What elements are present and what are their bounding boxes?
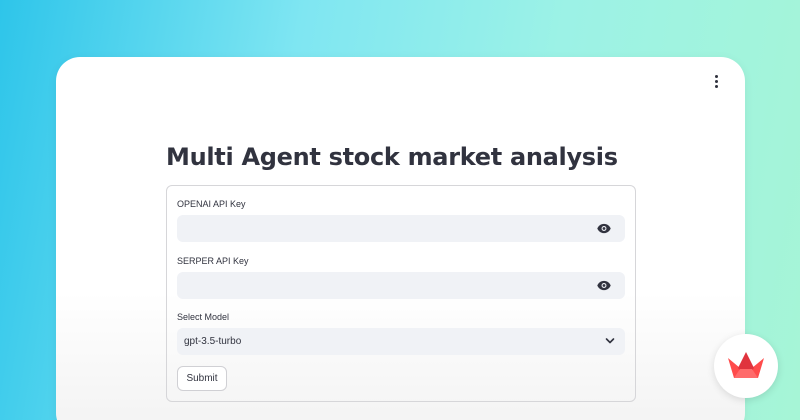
chevron-down-icon — [605, 338, 615, 344]
eye-icon[interactable] — [597, 223, 611, 234]
serper-key-field — [177, 272, 625, 299]
model-select-value: gpt-3.5-turbo — [184, 336, 242, 347]
model-select-label: Select Model — [177, 312, 230, 322]
main-menu-button[interactable] — [710, 73, 722, 89]
serper-key-input[interactable] — [177, 272, 593, 299]
page-title: Multi Agent stock market analysis — [166, 143, 618, 171]
menu-dot — [714, 74, 718, 78]
model-select[interactable]: gpt-3.5-turbo — [177, 328, 625, 355]
serper-key-label: SERPER API Key — [177, 256, 249, 266]
menu-dot — [714, 84, 718, 88]
openai-key-input[interactable] — [177, 215, 593, 242]
openai-key-field — [177, 215, 625, 242]
app-window: Multi Agent stock market analysis OPENAI… — [56, 57, 745, 420]
submit-button[interactable]: Submit — [177, 366, 227, 391]
openai-key-label: OPENAI API Key — [177, 199, 246, 209]
streamlit-logo-icon — [728, 352, 764, 378]
streamlit-badge[interactable] — [714, 334, 778, 398]
api-key-form: OPENAI API Key SERPER API Key Select Mod… — [166, 185, 636, 402]
menu-dot — [714, 79, 718, 83]
eye-icon[interactable] — [597, 280, 611, 291]
